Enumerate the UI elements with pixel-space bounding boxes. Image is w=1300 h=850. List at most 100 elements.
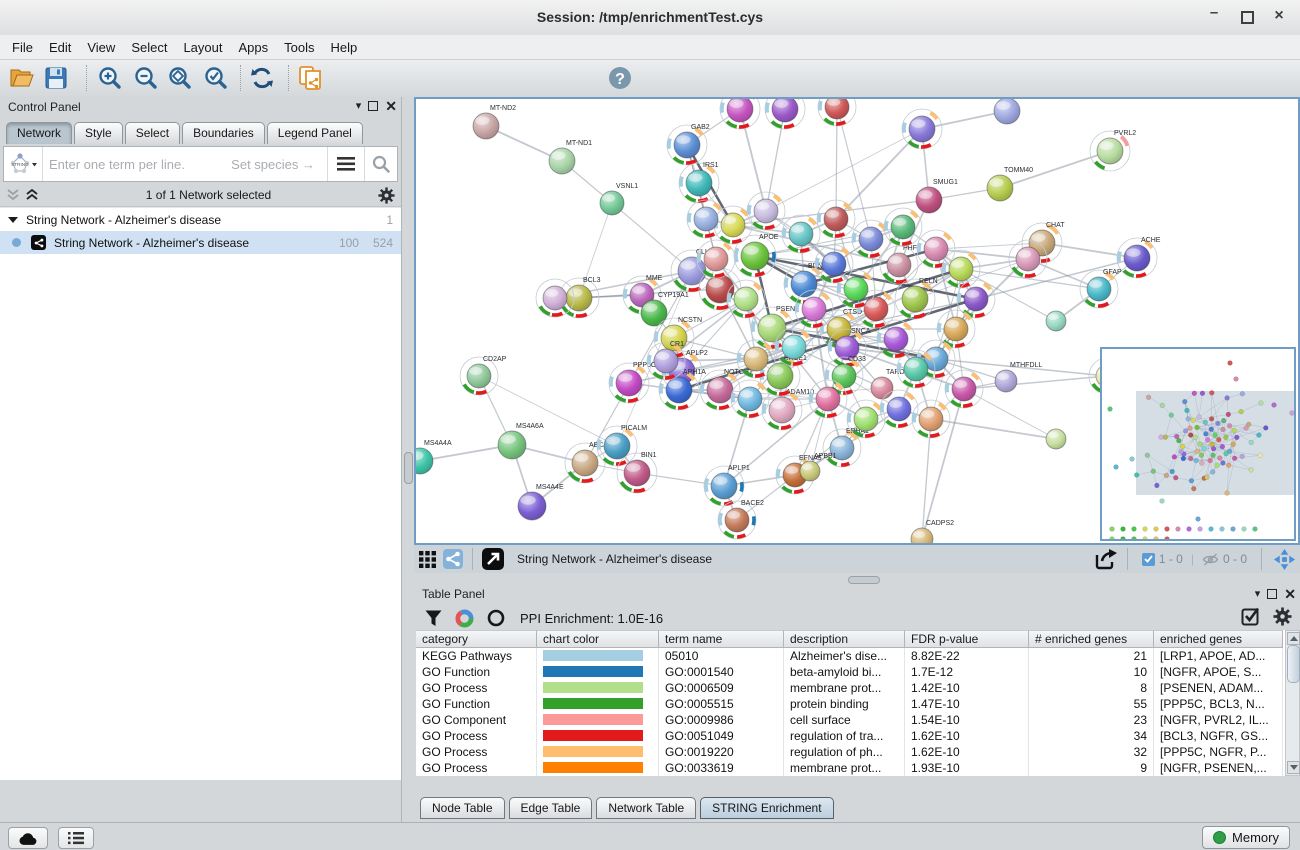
network-node-BIN1[interactable]: BIN1 xyxy=(617,452,657,493)
tab-string-enrichment[interactable]: STRING Enrichment xyxy=(700,797,833,819)
menu-layout[interactable]: Layout xyxy=(175,37,230,58)
network-view-button[interactable] xyxy=(440,545,466,573)
column-header-enriched-genes[interactable]: enriched genes xyxy=(1154,630,1283,648)
menu-view[interactable]: View xyxy=(79,37,123,58)
panel-close-icon[interactable]: ✕ xyxy=(385,99,397,113)
tab-network-table[interactable]: Network Table xyxy=(596,797,696,819)
panel-close-icon[interactable]: ✕ xyxy=(1284,587,1296,601)
network-node[interactable] xyxy=(1009,240,1047,278)
expand-all-icon[interactable] xyxy=(25,189,39,201)
network-node[interactable] xyxy=(697,240,735,278)
grid-view-button[interactable] xyxy=(414,545,440,573)
open-session-button[interactable] xyxy=(8,64,36,92)
column-header-chart-color[interactable]: chart color xyxy=(537,630,659,648)
network-node[interactable] xyxy=(1046,429,1066,449)
table-row[interactable]: GO ComponentGO:0009986cell surface1.54E-… xyxy=(416,712,1285,728)
task-history-button[interactable] xyxy=(58,827,94,849)
network-node-PVRL2[interactable]: PVRL2 xyxy=(1090,130,1136,171)
tab-style[interactable]: Style xyxy=(74,122,123,144)
collapse-all-icon[interactable] xyxy=(6,189,20,201)
close-button[interactable]: × xyxy=(1268,8,1290,26)
network-node-PPP5C[interactable]: PPP5C xyxy=(609,362,656,403)
network-node-ADAMTS2[interactable]: ADAMTS2 xyxy=(994,99,1044,124)
menu-apps[interactable]: Apps xyxy=(231,37,277,58)
network-node[interactable] xyxy=(687,200,725,238)
network-row-selected[interactable]: String Network - Alzheimer's disease 100… xyxy=(0,231,401,254)
network-node[interactable] xyxy=(747,192,785,230)
table-row[interactable]: GO ProcessGO:0019220regulation of ph...1… xyxy=(416,744,1285,760)
network-node[interactable] xyxy=(912,400,950,438)
birdseye-overview[interactable] xyxy=(1100,347,1296,541)
table-scrollbar[interactable] xyxy=(1285,630,1300,776)
network-node-GAB2[interactable]: GAB2 xyxy=(667,124,710,165)
memory-button[interactable]: Memory xyxy=(1202,826,1290,849)
panel-menu-icon[interactable]: ▾ xyxy=(356,99,362,113)
network-node-APH1A[interactable]: APH1A xyxy=(659,369,706,410)
string-logo-dropdown[interactable]: STRING xyxy=(4,147,43,181)
column-header-description[interactable]: description xyxy=(784,630,905,648)
zoom-in-button[interactable] xyxy=(96,64,124,92)
network-node-MT-ND2[interactable]: MT-ND2 xyxy=(473,105,516,139)
network-node[interactable] xyxy=(945,370,983,408)
splitter-grabber[interactable] xyxy=(404,452,413,484)
network-node-BDNF[interactable]: BDNF xyxy=(784,263,827,304)
network-node[interactable] xyxy=(902,109,942,149)
network-node-VSNL1[interactable]: VSNL1 xyxy=(600,183,638,215)
horizontal-splitter[interactable] xyxy=(414,573,1300,585)
tab-legend-panel[interactable]: Legend Panel xyxy=(267,122,363,144)
network-node[interactable] xyxy=(795,290,833,328)
network-node[interactable] xyxy=(714,206,752,244)
network-node-ADAM10[interactable]: ADAM10 xyxy=(762,389,814,430)
detach-view-button[interactable] xyxy=(479,545,507,573)
menu-help[interactable]: Help xyxy=(323,37,366,58)
network-node-ACHE[interactable]: ACHE xyxy=(1117,237,1161,278)
network-node-TOMM40[interactable]: TOMM40 xyxy=(987,167,1033,201)
menu-tools[interactable]: Tools xyxy=(276,37,322,58)
splitter-grabber[interactable] xyxy=(848,576,880,584)
tab-node-table[interactable]: Node Table xyxy=(420,797,505,819)
column-header-FDR-p-value[interactable]: FDR p-value xyxy=(905,630,1029,648)
network-node[interactable] xyxy=(957,280,995,318)
table-row[interactable]: GO ProcessGO:0033619membrane prot...1.93… xyxy=(416,760,1285,776)
column-header--enriched-genes[interactable]: # enriched genes xyxy=(1029,630,1154,648)
chart-button[interactable] xyxy=(448,604,480,632)
save-session-button[interactable] xyxy=(42,64,70,92)
network-node-BACE2[interactable]: BACE2 xyxy=(718,500,764,539)
select-all-checkbox-icon[interactable] xyxy=(1241,606,1261,626)
network-collection-row[interactable]: String Network - Alzheimer's disease 1 xyxy=(0,208,401,231)
table-row[interactable]: GO FunctionGO:0001540beta-amyloid bi...1… xyxy=(416,664,1285,680)
zoom-selected-button[interactable] xyxy=(202,64,230,92)
ring-button[interactable] xyxy=(480,604,512,632)
scrollbar-thumb[interactable] xyxy=(1287,645,1300,683)
column-header-category[interactable]: category xyxy=(416,630,537,648)
string-terms-input[interactable] xyxy=(43,157,231,172)
network-node-CD2AP[interactable]: CD2AP xyxy=(460,356,507,395)
table-row[interactable]: GO ProcessGO:0051049regulation of tra...… xyxy=(416,728,1285,744)
menu-select[interactable]: Select xyxy=(123,37,175,58)
tab-edge-table[interactable]: Edge Table xyxy=(509,797,593,819)
menu-file[interactable]: File xyxy=(4,37,41,58)
network-node-MS4A6A[interactable]: MS4A6A xyxy=(498,423,544,459)
network-canvas[interactable]: MT-ND2MT-ND1VSNL1GAB2ADAMTS2PVRL2TOMM40S… xyxy=(414,97,1300,545)
overview-viewport[interactable] xyxy=(1136,391,1294,495)
tab-boundaries[interactable]: Boundaries xyxy=(182,122,265,144)
network-node-GFAP[interactable]: GFAP xyxy=(1080,269,1122,308)
minimize-button[interactable]: – xyxy=(1203,8,1225,26)
string-options-button[interactable] xyxy=(327,147,364,181)
network-node[interactable] xyxy=(1046,311,1066,331)
panel-menu-icon[interactable]: ▾ xyxy=(1255,587,1261,601)
network-node[interactable] xyxy=(765,99,805,129)
zoom-fit-button[interactable] xyxy=(166,64,194,92)
table-row[interactable]: GO FunctionGO:0005515protein binding1.47… xyxy=(416,696,1285,712)
gear-icon[interactable] xyxy=(378,187,395,204)
scroll-up-icon[interactable] xyxy=(1287,632,1300,645)
navigator-button[interactable] xyxy=(1268,545,1300,573)
network-node[interactable] xyxy=(720,99,760,129)
species-hint[interactable]: Set species → xyxy=(231,157,327,172)
menu-edit[interactable]: Edit xyxy=(41,37,79,58)
scroll-down-icon[interactable] xyxy=(1287,761,1300,774)
zoom-out-button[interactable] xyxy=(132,64,160,92)
table-row[interactable]: GO ProcessGO:0006509membrane prot...1.42… xyxy=(416,680,1285,696)
tab-network[interactable]: Network xyxy=(6,122,72,144)
automation-status-button[interactable] xyxy=(8,827,48,849)
